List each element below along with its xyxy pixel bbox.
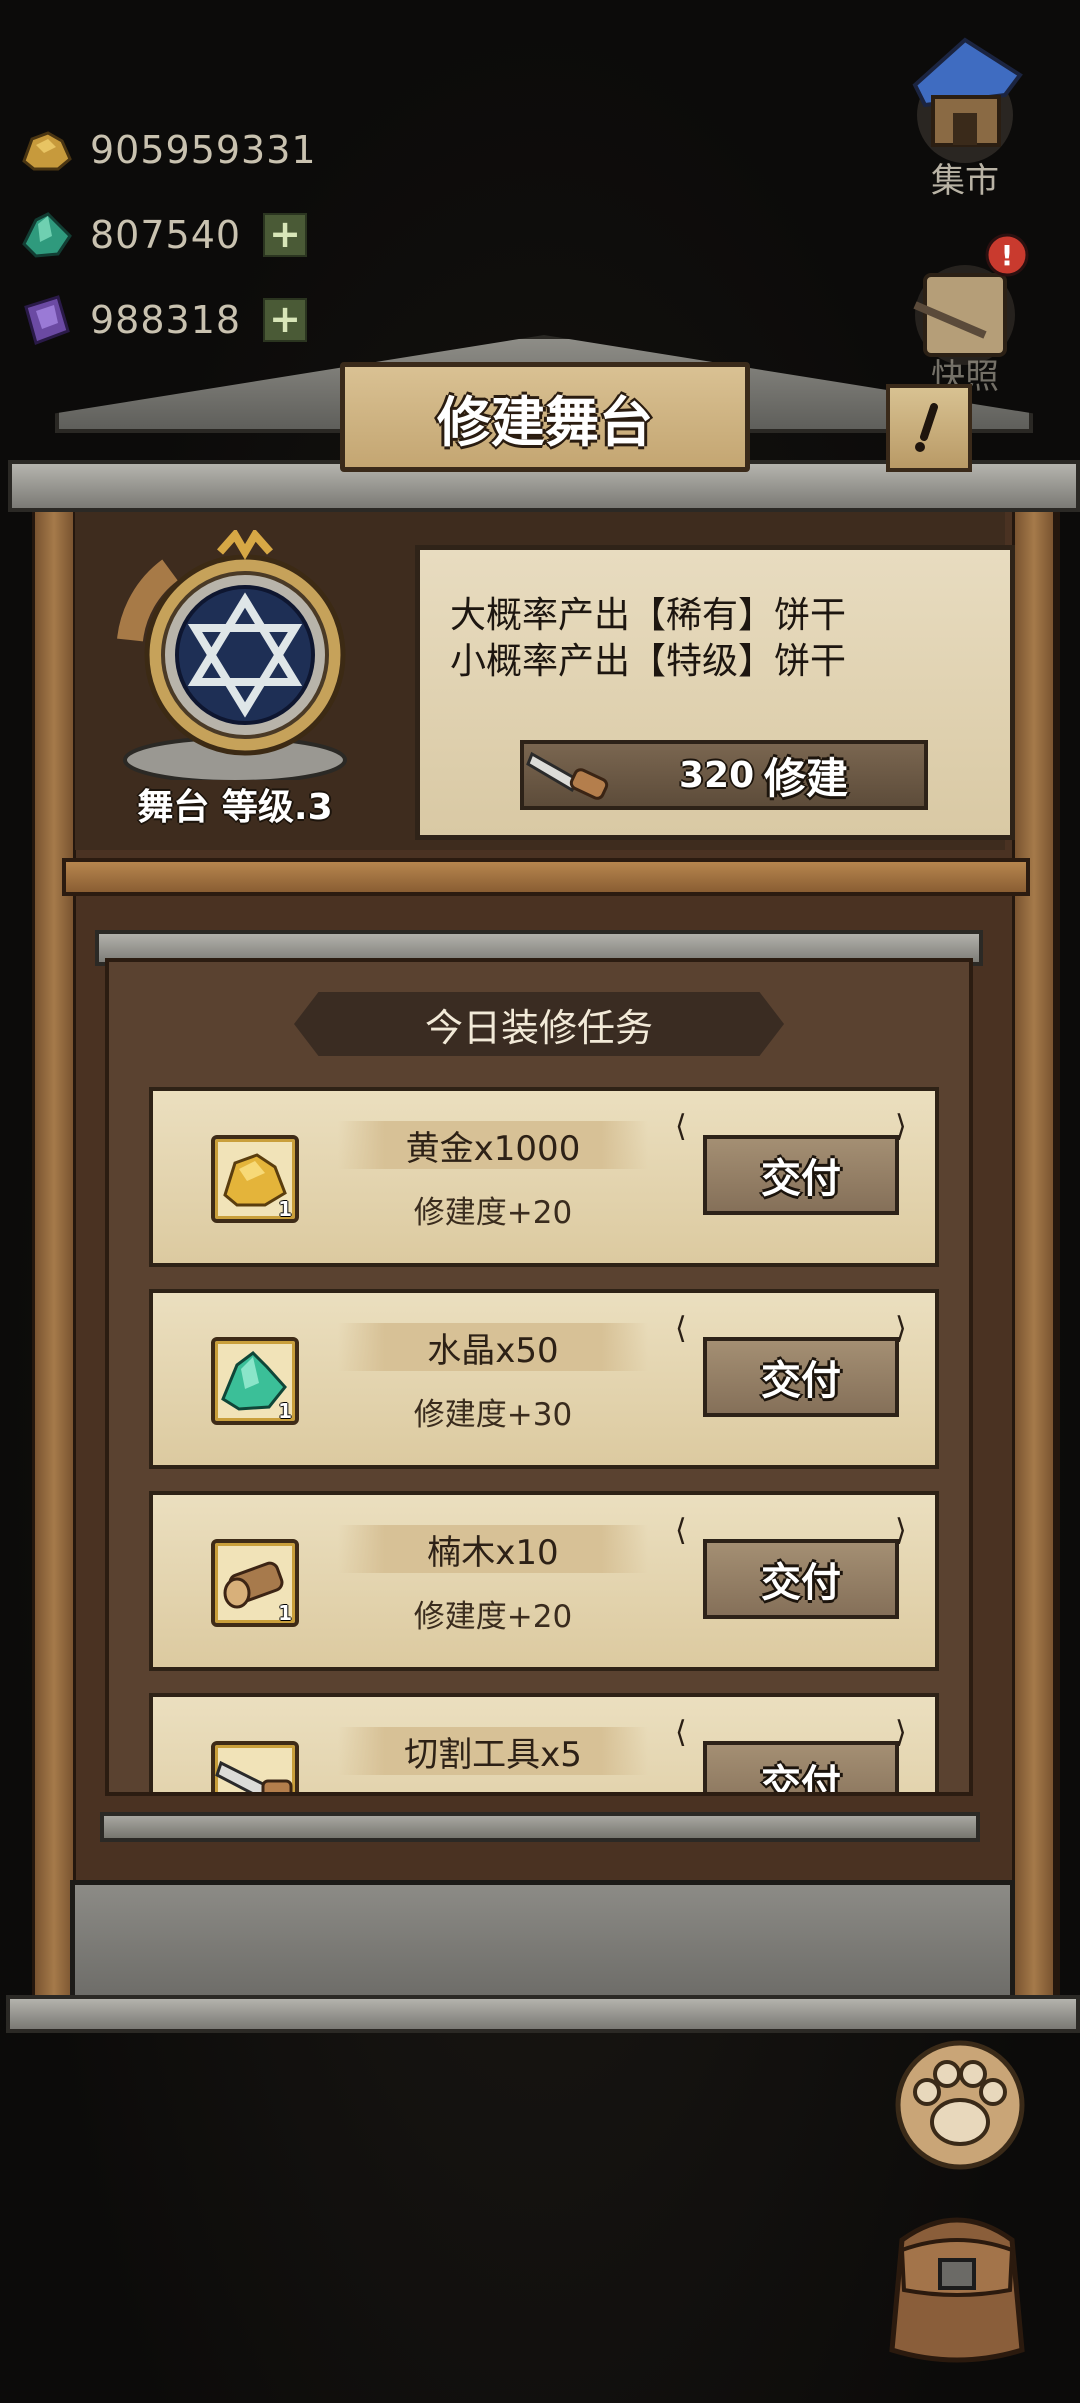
ornament-left: ⟨ [675, 1715, 687, 1750]
task-item-slot: 1 [211, 1337, 299, 1425]
task-item-slot: 1 [211, 1135, 299, 1223]
panel-base [70, 1880, 1015, 2000]
build-label: 修建 [764, 753, 849, 803]
task-card-crystal: 1 水晶x50 修建度+30 ⟨ 交付 ⟩ [149, 1289, 939, 1469]
market-button[interactable]: 集市 [895, 25, 1035, 202]
ornament-right: ⟩ [895, 1715, 907, 1750]
item-count: 1 [278, 1197, 292, 1221]
task-list-title: 今日装修任务 [294, 992, 784, 1056]
add-gem-button[interactable]: + [263, 298, 308, 342]
ornament-left: ⟨ [675, 1109, 687, 1144]
gem-icon [24, 295, 70, 345]
task-item-progress: 修建度+30 [413, 1397, 573, 1433]
task-bottom-shelf [100, 1812, 980, 1842]
paw-icon [895, 2040, 1025, 2170]
left-post [32, 500, 76, 2006]
saw-icon [526, 751, 609, 800]
stage-emblem-icon [117, 530, 347, 780]
add-crystal-button[interactable]: + [263, 213, 308, 257]
currency-crystal: 807540 + [18, 200, 308, 270]
currency-gold: 905959331 [18, 115, 317, 185]
notice-button[interactable]: ! 快照 [895, 225, 1035, 398]
gem-value: 988318 [90, 298, 242, 342]
panel-mid-beam [62, 858, 1030, 896]
task-card-tool: 切割工具x5 ⟨ 交付 ⟩ [149, 1693, 939, 1792]
svg-text:!: ! [1001, 239, 1014, 272]
ornament-left: ⟨ [675, 1311, 687, 1346]
ornament-right: ⟩ [895, 1513, 907, 1548]
info-line-rare: 大概率产出【稀有】饼干 [450, 595, 847, 636]
stage-level-label: 舞台 等级.3 [137, 787, 333, 828]
saw-tool-icon [215, 1760, 293, 1792]
crystal-icon [22, 212, 72, 258]
task-card-wood: 1 楠木x10 修建度+20 ⟨ 交付 ⟩ [149, 1491, 939, 1671]
task-item-progress: 修建度+20 [413, 1599, 573, 1635]
ornament-left: ⟨ [675, 1513, 687, 1548]
task-card-gold: 1 黄金x1000 修建度+20 ⟨ 交付 ⟩ [149, 1087, 939, 1267]
task-list[interactable]: 今日装修任务 1 黄金x1000 修建度+20 ⟨ 交付 ⟩ 1 水晶x50 修… [105, 958, 973, 1796]
task-item-slot [211, 1741, 299, 1792]
stage-info-panel: 大概率产出【稀有】饼干 小概率产出【特级】饼干 320 修建 [415, 545, 1015, 840]
gold-icon [22, 131, 72, 171]
paw-button[interactable] [885, 2030, 1035, 2180]
backpack-button[interactable] [872, 2190, 1042, 2370]
item-count: 1 [278, 1399, 292, 1423]
right-post [1012, 500, 1056, 2006]
ornament-right: ⟩ [895, 1109, 907, 1144]
item-count: 1 [278, 1601, 292, 1625]
market-building-icon [912, 37, 1023, 163]
deliver-button[interactable]: 交付 [703, 1741, 899, 1792]
task-item-name: 水晶x50 [338, 1323, 648, 1371]
task-item-progress: 修建度+20 [413, 1195, 573, 1231]
panel-title: 修建舞台 [340, 362, 750, 472]
currency-gem: 988318 + [18, 285, 308, 355]
deliver-button[interactable]: 交付 [703, 1539, 899, 1619]
task-item-name: 黄金x1000 [338, 1121, 648, 1169]
exclamation-icon [915, 403, 938, 452]
deliver-button[interactable]: 交付 [703, 1135, 899, 1215]
deliver-button[interactable]: 交付 [703, 1337, 899, 1417]
help-button[interactable] [886, 384, 972, 472]
task-item-slot: 1 [211, 1539, 299, 1627]
task-item-name: 切割工具x5 [338, 1727, 648, 1775]
panel-base-beam [6, 1995, 1080, 2033]
crystal-value: 807540 [90, 213, 242, 257]
ornament-right: ⟩ [895, 1311, 907, 1346]
info-line-special: 小概率产出【特级】饼干 [450, 641, 847, 682]
backpack-icon [889, 2217, 1025, 2363]
task-item-name: 楠木x10 [338, 1525, 648, 1573]
gold-value: 905959331 [90, 128, 317, 172]
build-button[interactable]: 320 修建 [520, 740, 928, 810]
build-cost: 320 [679, 754, 755, 796]
